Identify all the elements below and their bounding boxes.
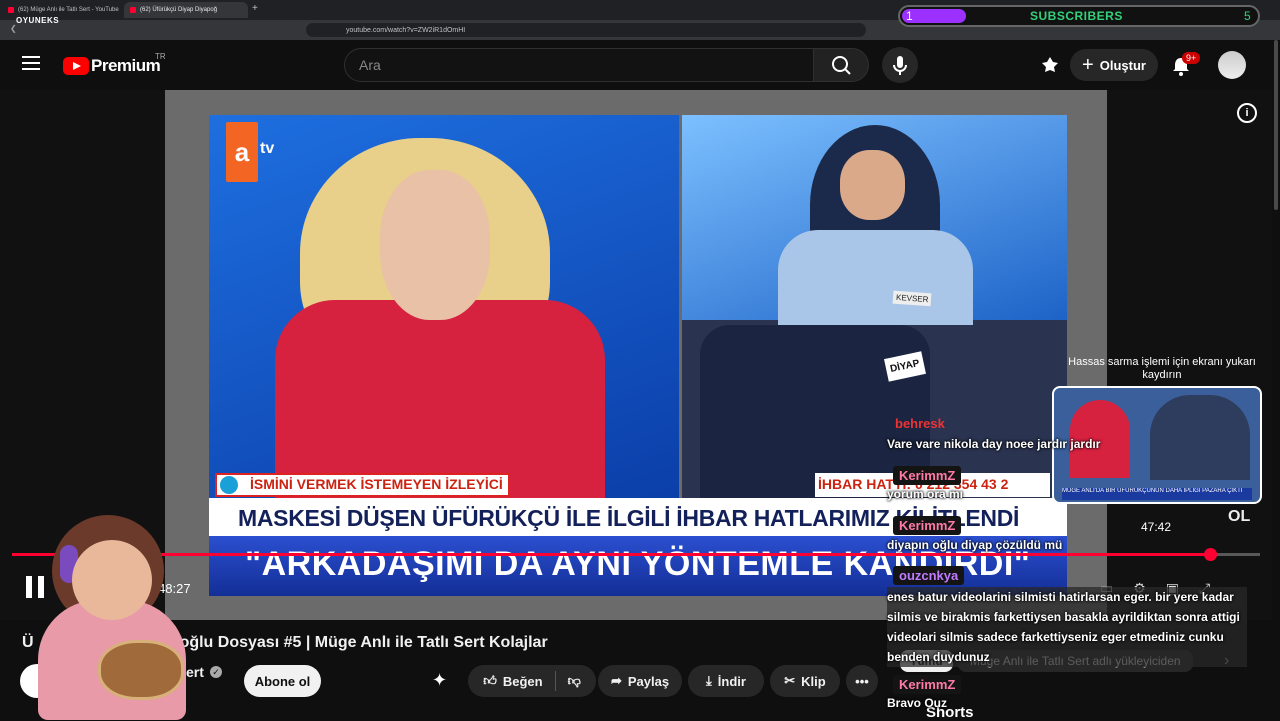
info-icon[interactable]: i: [1237, 103, 1257, 123]
youtube-favicon-icon: [130, 7, 136, 13]
address-bar[interactable]: youtube.com/watch?v=ZW2iR1dOmHI: [306, 23, 866, 37]
create-label: Oluştur: [1099, 57, 1146, 73]
like-dislike-group[interactable]: 👍︎ Beğen 👎︎: [468, 665, 596, 697]
subscriber-goal-start: 1: [906, 9, 913, 23]
video-title-rest: oğlu Dosyası #5 | Müge Anlı ile Tatlı Se…: [179, 634, 548, 651]
channel-name[interactable]: ert: [186, 664, 204, 680]
create-button[interactable]: + Oluştur: [1070, 49, 1158, 81]
browser-tab-active[interactable]: (62) Üfürükçü Diyap Diyapoğ: [124, 2, 248, 18]
chat-message: diyapın oğlu diyap çözüldü mü: [887, 538, 1063, 552]
notification-badge: 9+: [1182, 52, 1201, 64]
pause-button[interactable]: [24, 572, 54, 602]
preview-caption: MÜGE ANLI'DA BİR ÜFÜRÜKÇÜNÜN DAHA İPLİĞİ…: [1062, 488, 1252, 500]
youtube-favicon-icon: [8, 7, 14, 13]
upload-icon[interactable]: [1040, 55, 1060, 80]
subscribe-button[interactable]: Abone ol: [244, 665, 321, 697]
preview-time: 47:42: [1141, 520, 1172, 534]
more-actions-button[interactable]: •••: [846, 665, 878, 697]
download-label: İndir: [717, 673, 746, 689]
url-text: youtube.com/watch?v=ZW2iR1dOmHI: [346, 26, 466, 34]
phone-icon: [220, 476, 238, 494]
thumbs-down-icon[interactable]: 👎︎: [568, 673, 581, 689]
chat-message: Bravo Ouz: [887, 696, 948, 710]
voice-search-button[interactable]: [882, 47, 918, 83]
video-title-start: Ü: [22, 634, 34, 651]
search-icon: [832, 56, 851, 75]
chat-username: KerimmZ: [893, 675, 962, 694]
subscriber-goal-label: SUBSCRIBERS: [1030, 9, 1123, 23]
clip-label: Klip: [801, 673, 826, 689]
chat-username: ouzcnkya: [893, 566, 965, 585]
atv-logo: a: [226, 122, 258, 182]
subscriber-goal-target: 5: [1244, 9, 1251, 23]
streamer-avatar-face: [72, 540, 152, 620]
verified-icon: ✓: [210, 666, 222, 678]
name-tag: KEVSER: [892, 290, 932, 307]
chat-username: KerimmZ: [893, 466, 962, 485]
chat-username: behresk: [895, 416, 945, 431]
scroll-hint: Hassas sarma işlemi için ekranı yukarı k…: [1068, 356, 1256, 381]
search-input[interactable]: Ara: [344, 48, 814, 82]
youtube-play-glyph: [73, 62, 81, 70]
scissors-icon: ✂: [784, 673, 796, 688]
back-icon[interactable]: ❮: [10, 24, 17, 33]
host-face: [380, 170, 490, 320]
country-code: TR: [155, 52, 166, 61]
plus-icon: +: [1082, 53, 1094, 76]
mic-icon: [893, 56, 907, 75]
sticker-icon[interactable]: ✦: [432, 670, 447, 691]
share-icon: ➦: [610, 673, 622, 688]
search-button[interactable]: [813, 48, 869, 82]
chat-username: KerimmZ: [893, 516, 962, 535]
tab-label: (62) Müge Anlı ile Tatlı Sert - YouTube: [18, 7, 119, 13]
download-button[interactable]: ⤓ İndir: [688, 665, 764, 697]
host-figure: [275, 300, 605, 500]
share-label: Paylaş: [627, 673, 670, 689]
divider: [554, 671, 556, 691]
oyuneks-logo: OYUNEKS: [16, 16, 60, 25]
like-label[interactable]: Beğen: [503, 674, 543, 689]
chat-message: enes batur videolarini silmisti hatirlar…: [887, 587, 1247, 667]
clip-button[interactable]: ✂ Klip: [770, 665, 840, 697]
lower-third-text: İSMİNİ VERMEK İSTEMEYEN İZLEYİCİ: [250, 476, 503, 492]
guest-figure: [778, 230, 973, 325]
pause-icon: [26, 576, 44, 598]
download-icon: ⤓: [706, 673, 712, 688]
new-tab-button[interactable]: +: [252, 3, 258, 14]
subscriber-goal-overlay: 1 SUBSCRIBERS 5: [898, 5, 1260, 27]
abone-ol-logo: OL: [1228, 508, 1251, 525]
chat-message: Vare vare nikola day noee jardır jardır: [887, 437, 1101, 451]
youtube-brand-text[interactable]: Premium: [91, 56, 161, 76]
menu-icon[interactable]: [22, 56, 40, 74]
chat-message: yorum ora mı: [887, 487, 964, 501]
scrollbar-thumb[interactable]: [1274, 40, 1278, 210]
pizza-icon: [98, 640, 184, 700]
guest-face: [840, 150, 905, 220]
progress-played: [12, 553, 1211, 556]
preview-man-figure: [1150, 395, 1250, 480]
thumbs-up-icon: 👍︎: [483, 673, 497, 688]
tab-label: (62) Üfürükçü Diyap Diyapoğ: [140, 7, 218, 13]
share-button[interactable]: ➦ Paylaş: [598, 665, 682, 697]
progress-scrubber[interactable]: [1204, 548, 1218, 561]
atv-logo-suffix: tv: [260, 140, 275, 157]
account-avatar[interactable]: [1218, 51, 1246, 79]
